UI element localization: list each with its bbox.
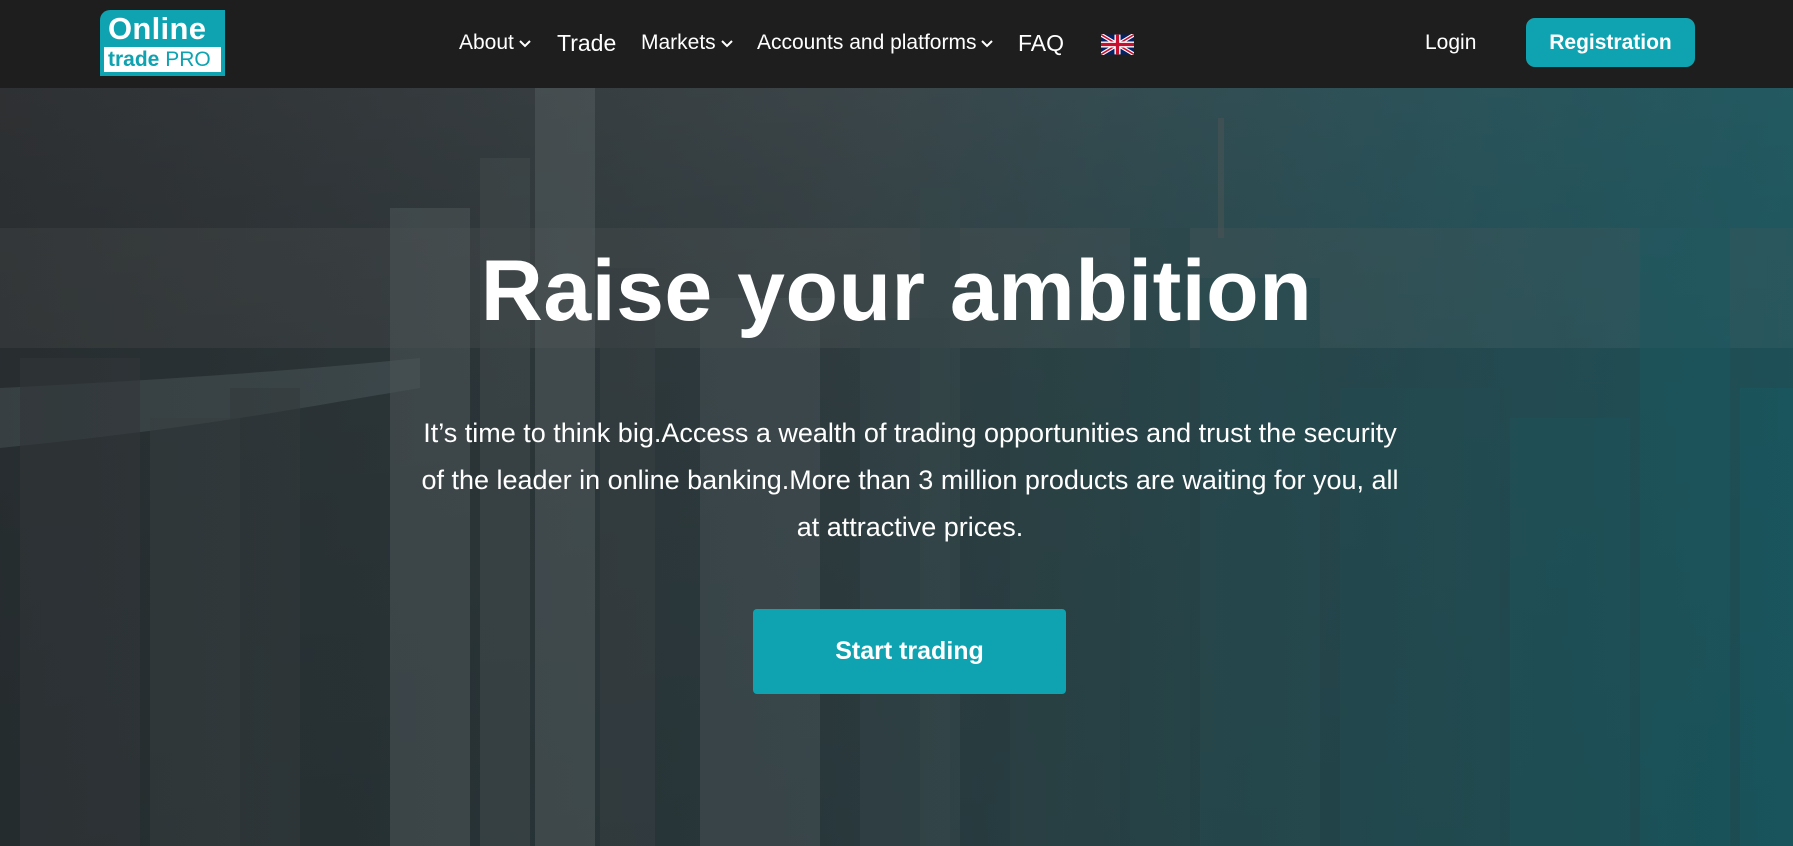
logo-word-online: Online bbox=[108, 11, 207, 46]
site-header: Online trade PRO About Trade Markets Acc… bbox=[0, 0, 1793, 88]
nav-faq-label: FAQ bbox=[1018, 29, 1065, 56]
nav-markets[interactable]: Markets bbox=[641, 26, 734, 60]
chevron-down-icon bbox=[981, 40, 994, 48]
nav-about-label: About bbox=[459, 31, 514, 54]
registration-button[interactable]: Registration bbox=[1526, 18, 1695, 67]
hero-title: Raise your ambition bbox=[480, 243, 1313, 339]
nav-accounts-label: Accounts and platforms bbox=[757, 31, 977, 54]
start-trading-button[interactable]: Start trading bbox=[753, 609, 1066, 694]
chevron-down-icon bbox=[720, 40, 733, 48]
hero-description: It’s time to think big.Access a wealth o… bbox=[421, 418, 1399, 542]
hero-section: Raise your ambition It’s time to think b… bbox=[0, 88, 1793, 846]
nav-trade[interactable]: Trade bbox=[557, 26, 616, 60]
logo-word-trade-pro: trade PRO bbox=[104, 47, 221, 72]
site-logo[interactable]: Online trade PRO bbox=[100, 10, 225, 76]
uk-flag-icon[interactable] bbox=[1101, 34, 1134, 55]
nav-faq[interactable]: FAQ bbox=[1018, 26, 1064, 60]
nav-accounts-platforms[interactable]: Accounts and platforms bbox=[757, 26, 994, 60]
chevron-down-icon bbox=[519, 40, 531, 48]
login-link[interactable]: Login bbox=[1425, 26, 1476, 60]
nav-about[interactable]: About bbox=[459, 26, 532, 60]
nav-trade-label: Trade bbox=[557, 29, 617, 56]
nav-markets-label: Markets bbox=[641, 31, 716, 54]
